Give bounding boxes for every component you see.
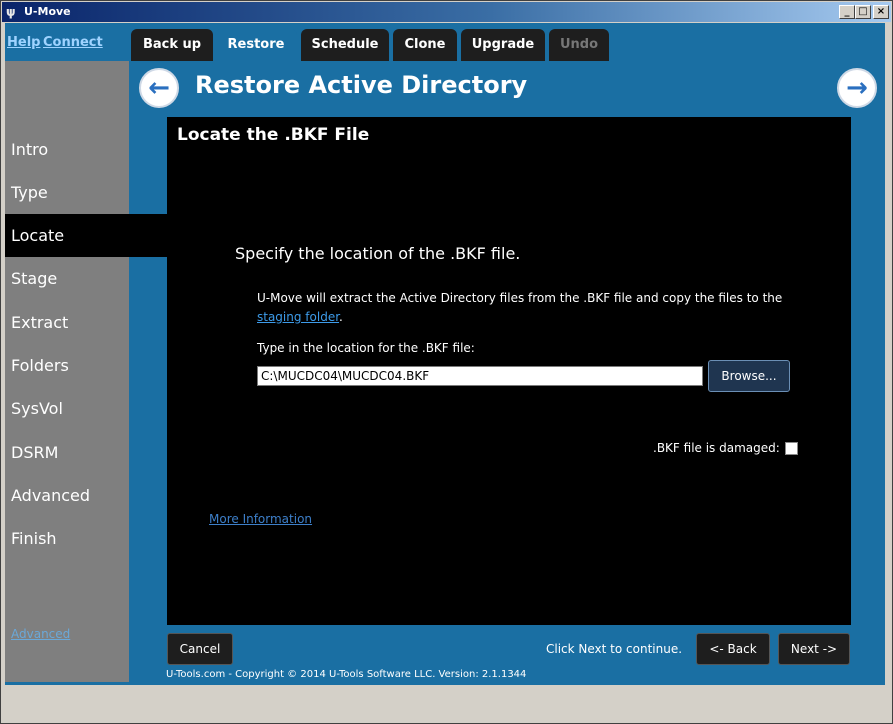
sidebar-item-sysvol[interactable]: SysVol [5,387,167,430]
tab-clone[interactable]: Clone [393,29,457,61]
minimize-icon[interactable]: _ [839,5,855,19]
arrow-right-icon[interactable]: → [837,68,877,108]
app-window: ψ U-Move _ □ × Help Connect Back up Rest… [0,0,893,724]
sidebar-item-folders[interactable]: Folders [5,344,167,387]
page-header: ← Restore Active Directory → [129,61,885,115]
bkf-path-input[interactable]: C:\MUCDC04\MUCDC04.BKF [257,366,703,386]
browse-button[interactable]: Browse... [708,360,790,392]
continue-hint: Click Next to continue. [546,642,683,656]
damaged-label: .BKF file is damaged: [653,441,780,455]
sidebar-item-extract[interactable]: Extract [5,301,167,344]
title-bar[interactable]: ψ U-Move _ □ × [2,2,891,22]
tab-schedule[interactable]: Schedule [301,29,389,61]
cancel-button[interactable]: Cancel [167,633,233,665]
client-area: Help Connect Back up Restore Schedule Cl… [5,23,885,685]
sidebar-item-intro[interactable]: Intro [5,128,167,171]
next-button[interactable]: Next -> [778,633,850,665]
maximize-icon[interactable]: □ [855,5,871,19]
back-button[interactable]: <- Back [696,633,770,665]
damaged-checkbox[interactable] [785,442,798,455]
arrow-left-icon[interactable]: ← [139,68,179,108]
sidebar-item-type[interactable]: Type [5,171,167,214]
sidebar-item-dsrm[interactable]: DSRM [5,431,167,474]
sidebar-item-locate[interactable]: Locate [5,214,167,257]
page-title: Restore Active Directory [195,71,528,99]
header-links: Help Connect [5,23,129,61]
sidebar-item-stage[interactable]: Stage [5,257,167,300]
sidebar-item-advanced[interactable]: Advanced [5,474,167,517]
panel-heading: Locate the .BKF File [177,125,370,145]
staging-folder-link[interactable]: staging folder [257,310,339,324]
tab-restore[interactable]: Restore [215,29,297,61]
footer-copyright: U-Tools.com - Copyright © 2014 U-Tools S… [166,669,527,680]
content-panel: Locate the .BKF File Specify the locatio… [167,117,851,625]
more-information-link[interactable]: More Information [209,512,312,526]
tab-back-up[interactable]: Back up [131,29,213,61]
tab-upgrade[interactable]: Upgrade [461,29,545,61]
description-suffix: . [339,310,343,324]
path-label: Type in the location for the .BKF file: [257,341,475,355]
sidebar-item-finish[interactable]: Finish [5,517,167,560]
wizard-sidebar: Intro Type Locate Stage Extract Folders … [5,61,167,682]
window-title: U-Move [24,5,71,18]
tab-undo[interactable]: Undo [549,29,609,61]
description-text: U-Move will extract the Active Directory… [257,289,817,327]
specify-heading: Specify the location of the .BKF file. [235,244,521,263]
connect-link[interactable]: Connect [43,35,103,50]
close-icon[interactable]: × [873,5,889,19]
description-prefix: U-Move will extract the Active Directory… [257,291,783,305]
sidebar-advanced-link[interactable]: Advanced [11,627,70,641]
help-link[interactable]: Help [7,35,40,50]
app-logo-icon: ψ [6,5,16,19]
